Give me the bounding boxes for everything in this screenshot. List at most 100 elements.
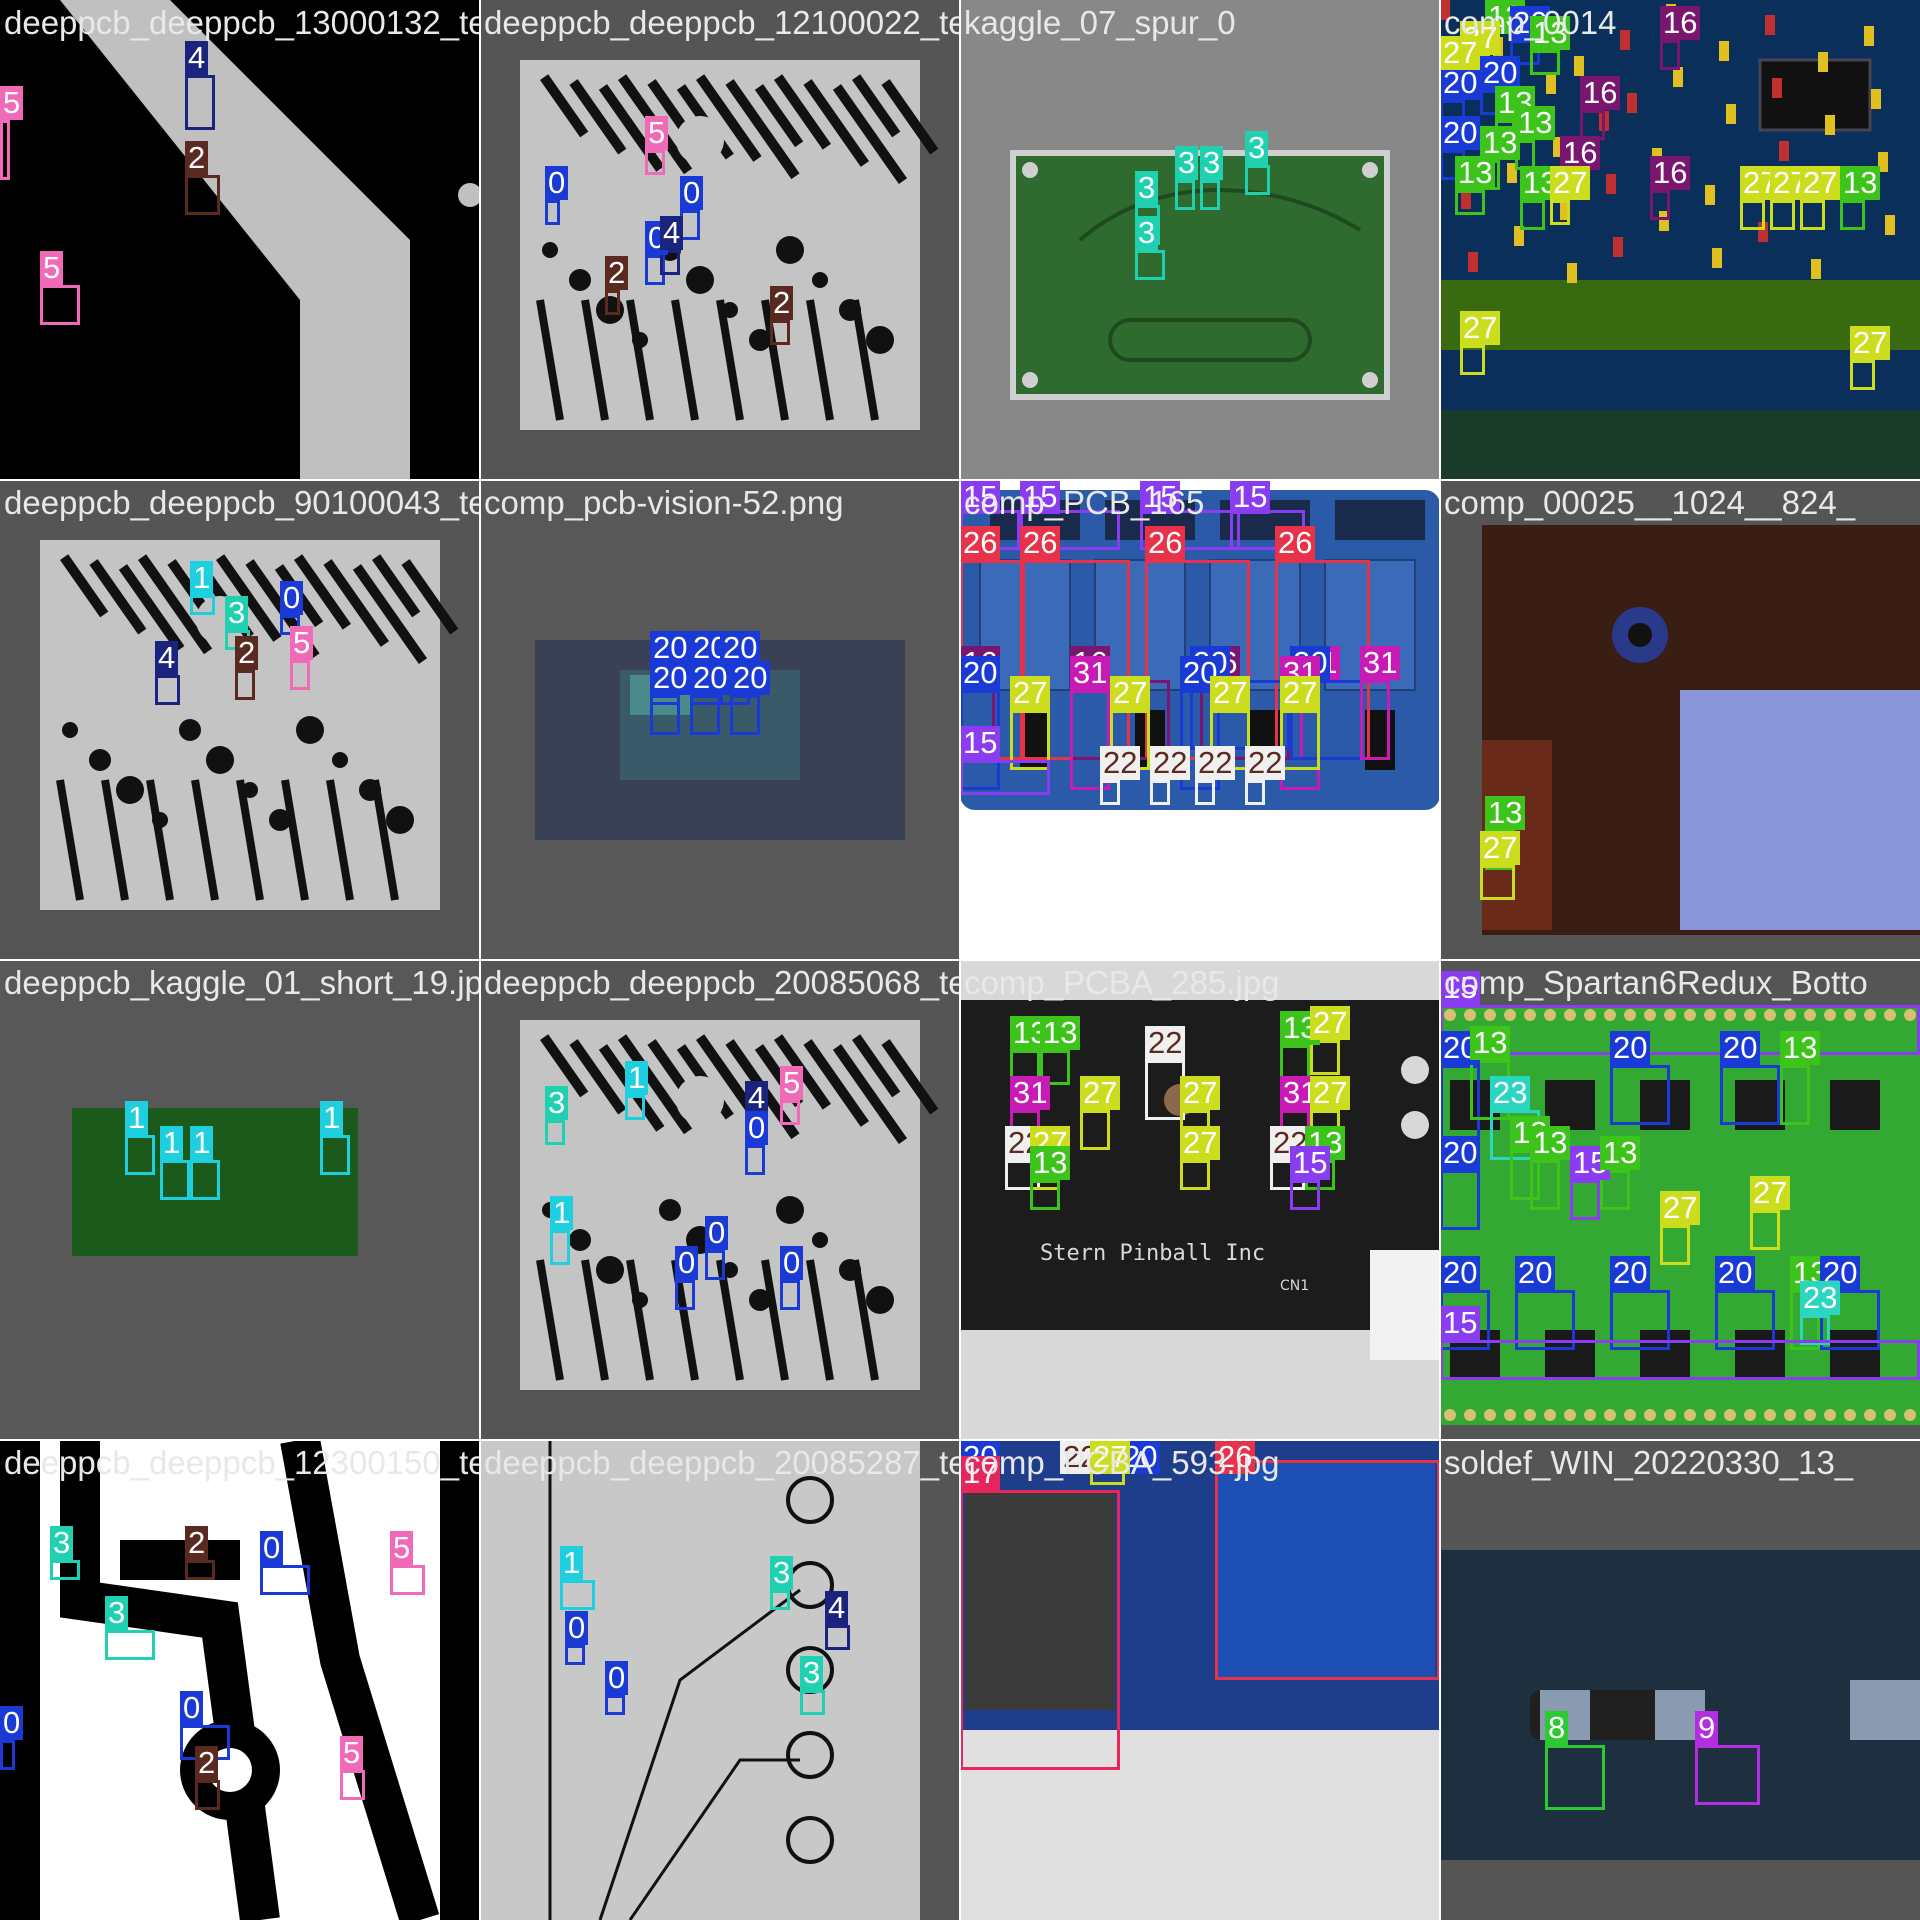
detection-box (235, 670, 255, 700)
detection-label: 16 (1650, 156, 1691, 190)
detection-label: 27 (1310, 1076, 1351, 1110)
detection-label: 3 (50, 1526, 74, 1560)
detection-box (50, 1560, 80, 1580)
detection-label: 3 (105, 1596, 129, 1630)
detection-label: 3 (1135, 171, 1159, 205)
detection-label: 20 (1610, 1031, 1651, 1065)
detection-label: 27 (1550, 166, 1591, 200)
detection-box (690, 695, 720, 735)
detection-label: 0 (260, 1531, 284, 1565)
detection-label: 26 (1145, 526, 1186, 560)
detection-label: 13 (1485, 796, 1526, 830)
detection-box (1150, 780, 1170, 805)
detection-box (190, 595, 215, 615)
detection-box (780, 1280, 800, 1310)
detection-label: 1 (625, 1061, 649, 1095)
detection-box (1310, 1040, 1340, 1075)
detection-label: 23 (1490, 1076, 1531, 1110)
grid-divider-horizontal (0, 959, 1920, 961)
detection-box (960, 1490, 1120, 1770)
detection-label: 3 (225, 596, 249, 630)
mosaic-tile: 8 9 soldef_WIN_20220330_13_ (1440, 1440, 1920, 1920)
detection-label: 3 (1175, 146, 1199, 180)
detection-box (185, 1560, 215, 1580)
svg-text:CN1: CN1 (1280, 1278, 1309, 1294)
detection-label: 0 (745, 1111, 769, 1145)
detection-label: 1 (190, 561, 214, 595)
detection-label: 13 (1030, 1146, 1071, 1180)
detection-label: 22 (1100, 746, 1141, 780)
tile-filename: soldef_WIN_20220330_13_ (1444, 1444, 1854, 1481)
detection-label: 16 (1580, 76, 1621, 110)
detection-label: 23 (1800, 1281, 1841, 1315)
detection-box (1100, 780, 1120, 805)
tile-image (480, 0, 960, 480)
detection-label: 27 (1110, 676, 1151, 710)
detection-label: 4 (155, 641, 179, 675)
tile-filename: comp_00025__1024__824_ (1444, 484, 1856, 521)
detection-label: 3 (1200, 146, 1224, 180)
detection-label: 15 (1230, 480, 1271, 514)
detection-label: 27 (1310, 1006, 1351, 1040)
detection-label: 0 (675, 1246, 699, 1280)
detection-label: 5 (390, 1531, 414, 1565)
detection-box (1840, 200, 1865, 230)
detection-box (605, 1695, 625, 1715)
detection-label: 22 (1195, 746, 1236, 780)
detection-label: 20 (1610, 1256, 1651, 1290)
detection-box (675, 1280, 695, 1310)
detection-label: 27 (1180, 1076, 1221, 1110)
detection-box (1530, 1160, 1560, 1210)
detection-box (1460, 345, 1485, 375)
detection-label: 2 (185, 1526, 209, 1560)
detection-label: 20 (960, 656, 1001, 690)
mosaic-tile: 13 27 comp_00025__1024__824_ (1440, 480, 1920, 960)
mosaic-tile: 3 3 3 3 3 kaggle_07_spur_0 (960, 0, 1440, 480)
mosaic-tile: 1 1 1 1 deeppcb_kaggle_01_short_19.jpg (0, 960, 480, 1440)
detection-box (825, 1625, 850, 1650)
detection-label: 22 (1245, 746, 1286, 780)
detection-box (1530, 50, 1560, 75)
detection-box (1080, 1110, 1110, 1150)
detection-box (340, 1770, 365, 1800)
detection-label: 22 (1145, 1026, 1186, 1060)
detection-label: 26 (960, 526, 1001, 560)
detection-box (1740, 200, 1765, 230)
detection-box (1440, 1170, 1480, 1230)
tile-image (480, 1440, 960, 1920)
mosaic-tile: 5000422deeppcb_deeppcb_12100022_test.jpg (480, 0, 960, 480)
detection-label: 4 (660, 216, 684, 250)
detection-box (105, 1630, 155, 1660)
mosaic-tile: 1320271316201313202716132013161613272727… (1440, 0, 1920, 480)
detection-box (625, 1095, 645, 1120)
detection-box (1770, 200, 1795, 230)
detection-box (290, 660, 310, 690)
detection-label: 31 (1010, 1076, 1051, 1110)
detection-label: 1 (320, 1101, 344, 1135)
detection-label: 2 (185, 141, 209, 175)
detection-box (1245, 780, 1265, 805)
detection-label: 27 (1210, 676, 1251, 710)
mosaic-tile: 3 2 0 5 3 0 0 2 5 deeppcb_deeppcb_12300150_test.j… (0, 1440, 480, 1920)
detection-box (320, 1135, 350, 1175)
mosaic-tile: 1520132020132313201315132727202020201320… (1440, 960, 1920, 1440)
detection-label: 0 (705, 1216, 729, 1250)
detection-label: 3 (1245, 131, 1269, 165)
detection-box (1850, 360, 1875, 390)
detection-label: 27 (1010, 676, 1051, 710)
detection-label: 1 (560, 1546, 584, 1580)
detection-box (1695, 1745, 1760, 1805)
detection-box (1175, 180, 1195, 210)
detection-label: 0 (780, 1246, 804, 1280)
detection-label: 15 (1440, 1306, 1481, 1340)
detection-label: 27 (1280, 676, 1321, 710)
tile-image (960, 0, 1440, 480)
detection-box (770, 1590, 790, 1610)
detection-box (0, 120, 10, 180)
detection-label: 27 (1480, 831, 1521, 865)
detection-box (645, 150, 665, 175)
detection-box (1290, 1180, 1320, 1210)
detection-box (1780, 1065, 1810, 1125)
detection-label: 13 (1515, 106, 1556, 140)
grid-divider-horizontal (0, 1439, 1920, 1441)
